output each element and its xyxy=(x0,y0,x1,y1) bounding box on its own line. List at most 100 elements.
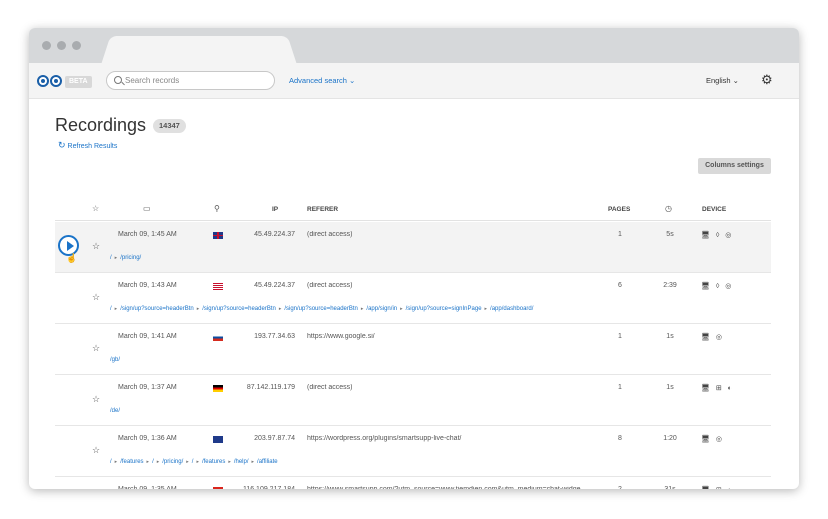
table-row[interactable]: ☆ March 09, 1:37 AM 87.142.119.179 (direct … xyxy=(55,375,771,426)
row-duration: 5s xyxy=(666,231,674,238)
column-referer[interactable]: REFERER xyxy=(307,206,338,213)
star-icon[interactable]: ☆ xyxy=(92,343,100,354)
path-separator-icon: ▸ xyxy=(186,459,189,465)
search-input[interactable] xyxy=(125,74,265,87)
country-flag-icon xyxy=(213,283,223,290)
language-select[interactable]: English ⌄ xyxy=(706,76,739,85)
path-separator-icon: ▸ xyxy=(146,459,150,465)
path-link[interactable]: /pricing/ xyxy=(162,459,183,465)
visited-path: /gb/ xyxy=(110,357,120,363)
advanced-search-link[interactable]: Advanced search ⌄ xyxy=(289,76,355,85)
table-header: ☆ ▭ ⚲ IP REFERER PAGES ◷ DEVICE xyxy=(55,204,771,221)
column-ip[interactable]: IP xyxy=(272,206,278,213)
search-icon xyxy=(114,76,122,84)
path-link[interactable]: /app/sign/in xyxy=(366,306,397,312)
device-icons: 🖥 ⊞ ◐ xyxy=(701,486,734,489)
page-title: Recordings xyxy=(55,115,147,135)
window-close-dot[interactable] xyxy=(42,41,51,50)
path-link[interactable]: /sign/up?source=headerBtn xyxy=(284,306,358,312)
row-duration: 31s xyxy=(653,486,687,489)
visited-path: /de/ xyxy=(110,408,120,414)
row-pages: 1 xyxy=(618,333,622,340)
browser-tab[interactable] xyxy=(113,36,285,63)
path-separator-icon: ▸ xyxy=(251,459,255,465)
visited-path: / ▸/features ▸ / ▸/pricing/▸ / ▸/features ▸/hel… xyxy=(110,459,278,465)
window-maximize-dot[interactable] xyxy=(72,41,81,50)
path-separator-icon: ▸ xyxy=(400,306,403,312)
row-date: March 09, 1:43 AM xyxy=(118,282,177,289)
logo-icon[interactable] xyxy=(37,75,62,88)
row-duration: 1:20 xyxy=(663,435,677,442)
row-ip: 87.142.119.179 xyxy=(246,384,295,391)
row-referer: (direct access) xyxy=(307,231,353,238)
path-link[interactable]: /app/dashboard/ xyxy=(490,306,533,312)
row-date: March 09, 1:36 AM xyxy=(118,435,177,442)
row-ip: 45.49.224.37 xyxy=(254,282,295,289)
device-icons: 🖥 ◎ xyxy=(701,334,724,341)
column-pages[interactable]: PAGES xyxy=(608,206,630,213)
row-ip: 193.77.34.63 xyxy=(254,333,295,340)
row-date: March 09, 1:35 AM xyxy=(118,486,177,489)
path-link[interactable]: / xyxy=(110,459,112,465)
location-pin-icon[interactable]: ⚲ xyxy=(214,204,220,213)
table-row[interactable]: ☆ March 09, 1:41 AM 193.77.34.63 https://ww… xyxy=(55,324,771,375)
gear-icon[interactable]: ⚙ xyxy=(761,73,773,86)
path-link[interactable]: /gb/ xyxy=(110,357,120,363)
path-link[interactable]: /sign/up?source=headerBtn xyxy=(120,306,194,312)
table-row[interactable]: ☆ March 09, 1:36 AM 203.97.87.74 https://wo… xyxy=(55,426,771,477)
star-icon[interactable]: ☆ xyxy=(92,445,100,456)
path-link[interactable]: / xyxy=(110,306,112,312)
path-separator-icon: ▸ xyxy=(484,306,488,312)
path-separator-icon: ▸ xyxy=(156,459,160,465)
refresh-results-link[interactable]: ↻ Refresh Results xyxy=(58,140,117,151)
table-row[interactable]: ☆March 09, 1:35 AM116.109.217.184https:/… xyxy=(55,477,771,489)
device-icons: 🖥 ⊞ ◐ xyxy=(701,385,734,392)
star-icon[interactable]: ☆ xyxy=(92,394,100,405)
search-box[interactable] xyxy=(106,71,275,90)
country-flag-icon xyxy=(213,334,223,341)
window-minimize-dot[interactable] xyxy=(57,41,66,50)
path-link[interactable]: /features xyxy=(202,459,225,465)
path-separator-icon: ▸ xyxy=(114,306,118,312)
row-pages: 6 xyxy=(618,282,622,289)
path-separator-icon: ▸ xyxy=(360,306,364,312)
row-ip: 203.97.87.74 xyxy=(254,435,295,442)
star-icon[interactable]: ☆ xyxy=(92,204,99,213)
star-icon[interactable]: ☆ xyxy=(92,241,100,252)
clock-icon[interactable]: ◷ xyxy=(665,204,672,213)
star-icon[interactable]: ☆ xyxy=(92,292,100,303)
path-link[interactable]: /de/ xyxy=(110,408,120,414)
device-icons: 🖥 ◎ xyxy=(701,436,724,443)
row-referer: https://www.google.si/ xyxy=(307,333,375,340)
path-separator-icon: ▸ xyxy=(196,459,199,465)
app-header: BETA Advanced search ⌄ English ⌄ ⚙ xyxy=(29,63,799,99)
row-referer: (direct access) xyxy=(307,384,353,391)
table-row[interactable]: ☆ March 09, 1:43 AM 45.49.224.37 (direct ac… xyxy=(55,273,771,324)
path-link[interactable]: /help/ xyxy=(234,459,249,465)
columns-settings-button[interactable]: Columns settings xyxy=(698,158,771,174)
path-link[interactable]: /features xyxy=(120,459,143,465)
path-link[interactable]: /sign/up?source=signInPage xyxy=(406,306,482,312)
path-link[interactable]: /affiliate xyxy=(257,459,278,465)
country-flag-icon xyxy=(213,436,223,443)
row-ip: 45.49.224.37 xyxy=(254,231,295,238)
path-link[interactable]: /sign/up?source=headerBtn xyxy=(202,306,276,312)
calendar-icon[interactable]: ▭ xyxy=(143,204,151,213)
row-date: March 09, 1:37 AM xyxy=(118,384,177,391)
refresh-icon: ↻ xyxy=(58,140,66,150)
path-separator-icon: ▸ xyxy=(114,459,118,465)
row-referer: https://wordpress.org/plugins/smartsupp-… xyxy=(307,435,462,442)
column-device[interactable]: DEVICE xyxy=(702,206,726,213)
path-link[interactable]: /pricing/ xyxy=(120,255,141,261)
path-link[interactable]: / xyxy=(110,255,112,261)
row-referer: https://www.smartsupp.com/?utm_source=ww… xyxy=(307,486,597,489)
row-pages: 2 xyxy=(610,486,630,489)
refresh-label: Refresh Results xyxy=(67,143,118,150)
row-duration: 1s xyxy=(666,384,674,391)
path-link[interactable]: / xyxy=(152,459,154,465)
row-duration: 1s xyxy=(666,333,674,340)
recordings-count-badge: 14347 xyxy=(153,119,186,133)
path-separator-icon: ▸ xyxy=(278,306,282,312)
path-link[interactable]: / xyxy=(192,459,194,465)
table-row[interactable]: ☝ ☆ March 09, 1:45 AM 45.49.224.37 (direct a… xyxy=(55,222,771,273)
